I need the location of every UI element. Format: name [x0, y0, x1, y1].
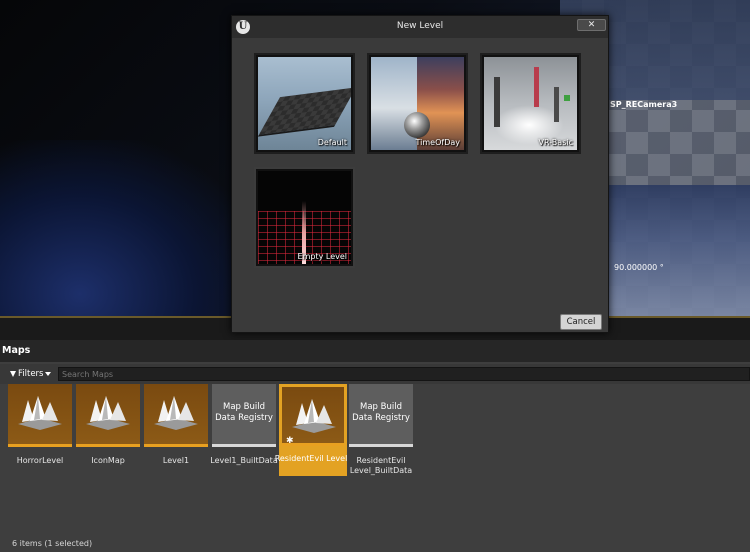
asset-tile[interactable]: IconMap [76, 384, 142, 476]
map-thumbnail [144, 384, 208, 444]
data-registry-thumbnail: Map Build Data Registry [349, 384, 413, 444]
editor-window: SP_RECamera3 90.000000 ° U New Level ✕ D… [0, 0, 750, 552]
tile-text: Map Build Data Registry [352, 402, 410, 423]
cube-shape [564, 95, 570, 101]
filters-label: Filters [18, 369, 44, 379]
viewport-glow [0, 140, 260, 318]
content-browser-header: Maps [0, 340, 750, 362]
map-peaks-icon [86, 396, 130, 430]
chrome-sphere [404, 112, 430, 138]
asset-tile[interactable]: Level1 [144, 384, 210, 476]
empty-level-thumbnail [258, 171, 351, 264]
content-browser-toolbar: Filters [0, 364, 750, 384]
template-vr-basic[interactable]: VR-Basic [480, 53, 581, 154]
asset-tile-selected[interactable]: ✱ ResidentEvil Level [275, 384, 347, 476]
default-thumbnail [258, 57, 351, 150]
asset-type-bar [282, 443, 344, 446]
asset-name: Level1_BuiltData [210, 456, 278, 465]
map-peaks-icon [154, 396, 198, 430]
asset-tile[interactable]: Map Build Data Registry Level1_BuiltData [210, 384, 278, 476]
search-input[interactable] [58, 367, 750, 381]
asset-tile[interactable]: Map Build Data Registry ResidentEvil Lev… [349, 384, 415, 476]
template-default[interactable]: Default [254, 53, 355, 154]
asset-tile[interactable]: HorrorLevel [8, 384, 74, 476]
panel-title: Maps [2, 345, 31, 356]
asset-type-bar [76, 444, 140, 447]
map-thumbnail [76, 384, 140, 444]
asset-type-bar [212, 444, 276, 447]
checker-plane [258, 87, 351, 137]
template-label: Empty Level [297, 252, 347, 261]
asset-name: ResidentEvil Level [274, 454, 348, 463]
asset-name: HorrorLevel [16, 456, 64, 465]
map-thumbnail [8, 384, 72, 444]
asset-name: IconMap [91, 456, 125, 465]
template-label: Default [317, 138, 347, 147]
wall-shape [534, 67, 539, 107]
asset-name: Level1 [162, 456, 190, 465]
angle-readout: 90.000000 ° [614, 263, 664, 272]
template-empty-level[interactable]: Empty Level [254, 167, 355, 268]
template-timeofday[interactable]: TimeOfDay [367, 53, 468, 154]
status-text: 6 items (1 selected) [12, 539, 93, 548]
chevron-down-icon [45, 371, 52, 376]
asset-type-bar [144, 444, 208, 447]
close-button[interactable]: ✕ [577, 19, 606, 31]
cancel-button[interactable]: Cancel [560, 314, 602, 330]
dialog-title: New Level [396, 21, 444, 31]
asset-type-bar [349, 444, 413, 447]
wall-shape [554, 87, 559, 122]
template-label: TimeOfDay [415, 138, 461, 147]
asset-name: ResidentEvil Level_BuiltData [349, 456, 413, 475]
dialog-titlebar[interactable]: U New Level ✕ [232, 16, 608, 38]
asset-type-bar [8, 444, 72, 447]
map-peaks-icon [292, 399, 336, 433]
timeofday-thumbnail [371, 57, 464, 150]
new-level-dialog: U New Level ✕ Default TimeOfDay VR-Basic… [231, 15, 609, 333]
filters-button[interactable]: Filters [6, 367, 55, 381]
wall-shape [494, 77, 500, 127]
tile-text: Map Build Data Registry [215, 402, 273, 423]
sunset-sky [417, 57, 464, 150]
map-peaks-icon [18, 396, 62, 430]
map-thumbnail: ✱ [282, 387, 344, 446]
data-registry-thumbnail: Map Build Data Registry [212, 384, 276, 444]
camera-label: SP_RECamera3 [610, 100, 678, 109]
filter-icon [10, 370, 16, 377]
template-label: VR-Basic [538, 138, 574, 147]
vr-basic-thumbnail [484, 57, 577, 150]
